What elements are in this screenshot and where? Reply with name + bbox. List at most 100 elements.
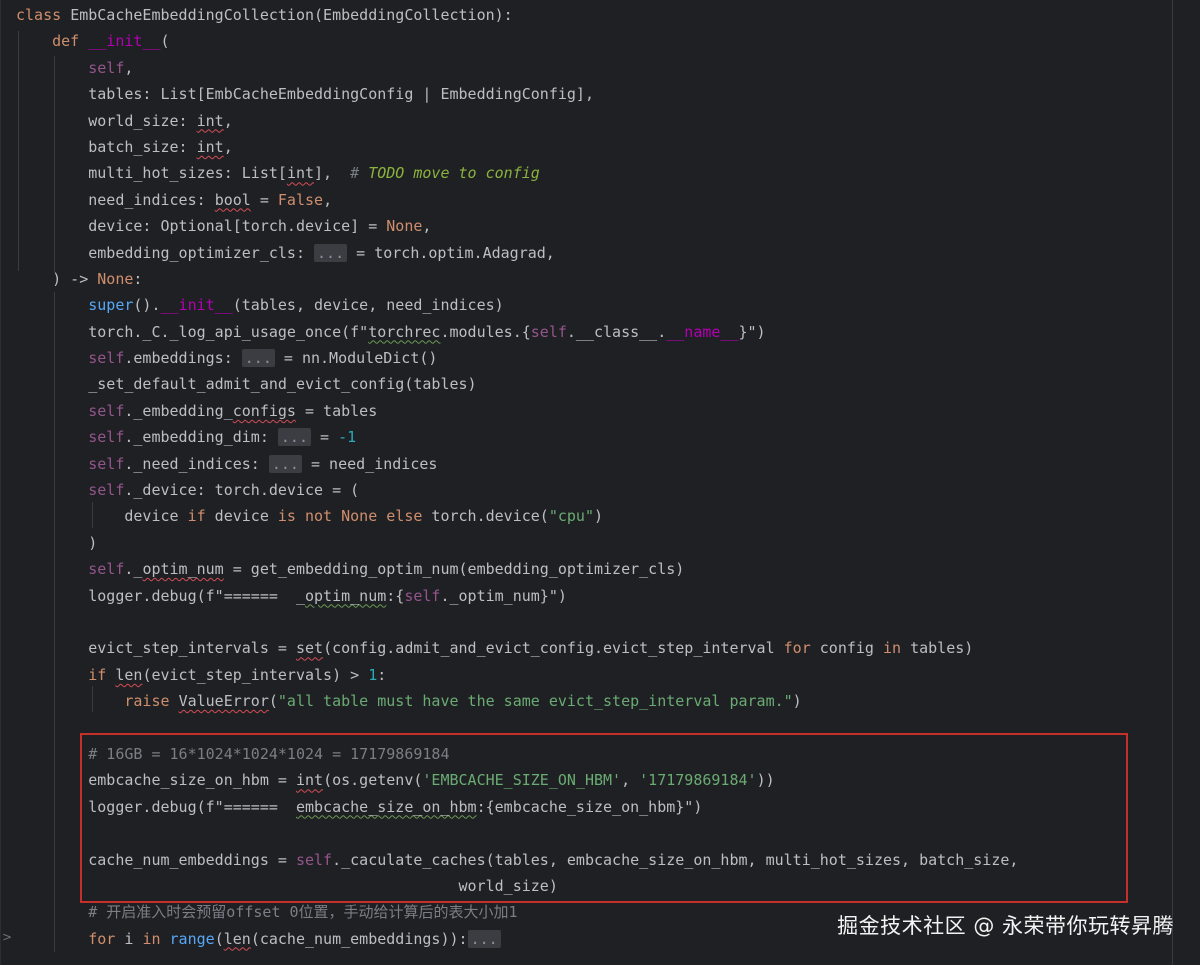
fold-marker-icon[interactable]: >: [2, 930, 12, 944]
code-line[interactable]: self._need_indices: ... = need_indices: [16, 451, 1018, 477]
code-editor[interactable]: class EmbCacheEmbeddingCollection(Embedd…: [0, 0, 1200, 965]
code-token: self: [530, 322, 567, 341]
code-token: ...: [314, 243, 348, 262]
code-token: bool: [214, 190, 251, 209]
code-token: super: [88, 296, 134, 315]
code-line[interactable]: cache_num_embeddings = self._caculate_ca…: [16, 847, 1018, 873]
code-token: '17179869184': [639, 771, 757, 790]
code-token: torch._C._log_api_usage_once(f": [16, 322, 369, 341]
code-token: ) ->: [16, 269, 98, 288]
code-line[interactable]: class EmbCacheEmbeddingCollection(Embedd…: [16, 2, 1018, 28]
code-token: self: [88, 481, 125, 500]
code-line[interactable]: ): [16, 530, 1018, 556]
code-token: self: [404, 586, 441, 605]
code-token: #: [350, 164, 369, 183]
code-line[interactable]: _set_default_admit_and_evict_config(tabl…: [16, 371, 1018, 397]
code-token: config: [810, 639, 883, 658]
code-line[interactable]: [16, 715, 1018, 741]
code-token: world_size:: [16, 111, 197, 130]
code-token: logger.debug(f"====== _: [16, 586, 305, 605]
code-line[interactable]: super().__init__(tables, device, need_in…: [16, 292, 1018, 318]
code-token: :: [377, 665, 387, 684]
watermark: 掘金技术社区 @ 永荣带你玩转昇腾: [837, 914, 1174, 938]
code-token: ,: [124, 58, 134, 77]
code-line[interactable]: self._device: torch.device = (: [16, 477, 1018, 503]
code-line[interactable]: device: Optional[torch.device] = None,: [16, 213, 1018, 239]
code-token: self: [88, 428, 125, 447]
code-token: ...: [467, 929, 501, 948]
code-line[interactable]: self._embedding_configs = tables: [16, 398, 1018, 424]
code-token: EmbCacheEmbeddingCollection(EmbeddingCol…: [70, 6, 513, 24]
code-line[interactable]: embedding_optimizer_cls: ... = torch.opt…: [16, 240, 1018, 266]
code-token: self: [88, 454, 125, 473]
code-line[interactable]: logger.debug(f"====== embcache_size_on_h…: [16, 794, 1018, 820]
code-token: (: [268, 692, 278, 711]
code-token: int: [295, 771, 324, 790]
code-token: = need_indices: [301, 454, 438, 473]
code-token: torch.device(: [422, 507, 549, 526]
code-line[interactable]: evict_step_intervals = set(config.admit_…: [16, 635, 1018, 661]
code-line[interactable]: torch._C._log_api_usage_once(f"torchrec.…: [16, 319, 1018, 345]
code-token: embcache_size_on_hbm: [295, 797, 477, 816]
code-line[interactable]: need_indices: bool = False,: [16, 187, 1018, 213]
code-token: __init__: [160, 296, 233, 315]
code-token: None: [97, 269, 134, 288]
code-line[interactable]: tables: List[EmbCacheEmbeddingConfig | E…: [16, 81, 1018, 107]
code-token: int: [196, 137, 224, 156]
code-token: ,: [223, 137, 233, 156]
code-token: :: [133, 269, 143, 288]
code-token: def: [52, 32, 89, 51]
code-token: ...: [268, 454, 302, 473]
code-token: ,: [621, 771, 640, 790]
code-token: if: [88, 665, 116, 684]
code-line[interactable]: if len(evict_step_intervals) > 1:: [16, 662, 1018, 688]
code-line[interactable]: [16, 609, 1018, 635]
code-line[interactable]: raise ValueError("all table must have th…: [16, 688, 1018, 714]
code-token: ,: [422, 217, 432, 236]
code-token: ],: [314, 164, 351, 183]
code-line[interactable]: logger.debug(f"====== _optim_num:{self._…: [16, 583, 1018, 609]
code-token: __init__: [88, 32, 161, 51]
code-token: ,: [223, 111, 233, 130]
code-line[interactable]: def __init__(: [16, 28, 1018, 54]
code-line[interactable]: self._embedding_dim: ... = -1: [16, 424, 1018, 450]
code-token: self: [88, 58, 125, 77]
code-token: :{: [386, 586, 405, 605]
code-token: self: [88, 401, 125, 420]
code-line[interactable]: self.embeddings: ... = nn.ModuleDict(): [16, 345, 1018, 371]
code-line[interactable]: # 16GB = 16*1024*1024*1024 = 17179869184: [16, 741, 1018, 767]
code-token: self: [295, 850, 333, 869]
code-line[interactable]: device if device is not None else torch.…: [16, 503, 1018, 529]
code-token: __name__: [666, 322, 739, 341]
right-margin-guide: [1172, 0, 1173, 965]
code-token: ): [16, 533, 98, 552]
code-line[interactable]: multi_hot_sizes: List[int], # TODO move …: [16, 160, 1018, 186]
code-line[interactable]: self,: [16, 55, 1018, 81]
code-line[interactable]: batch_size: int,: [16, 134, 1018, 160]
code-token: )): [756, 771, 775, 790]
code-line[interactable]: world_size): [16, 873, 1018, 899]
code-line[interactable]: self._optim_num = get_embedding_optim_nu…: [16, 556, 1018, 582]
code-line[interactable]: ) -> None:: [16, 266, 1018, 292]
code-line[interactable]: world_size: int,: [16, 108, 1018, 134]
code-token: .__class__.: [566, 322, 667, 341]
code-token: cache_num_embeddings =: [16, 850, 296, 869]
code-token: device: [205, 507, 278, 526]
code-token: =: [250, 190, 278, 209]
code-token: =: [311, 428, 339, 447]
code-token: configs: [232, 401, 296, 420]
code-token: ._caculate_caches(tables, embcache_size_…: [332, 850, 1019, 869]
code-token: need_indices:: [16, 190, 215, 209]
code-line[interactable]: [16, 820, 1018, 846]
code-token: :{embcache_size_on_hbm}"): [476, 797, 703, 816]
code-token: world_size): [16, 876, 558, 895]
code-line[interactable]: embcache_size_on_hbm = int(os.getenv('EM…: [16, 767, 1018, 793]
code-token: (config.admit_and_evict_config.evict_ste…: [323, 639, 784, 658]
